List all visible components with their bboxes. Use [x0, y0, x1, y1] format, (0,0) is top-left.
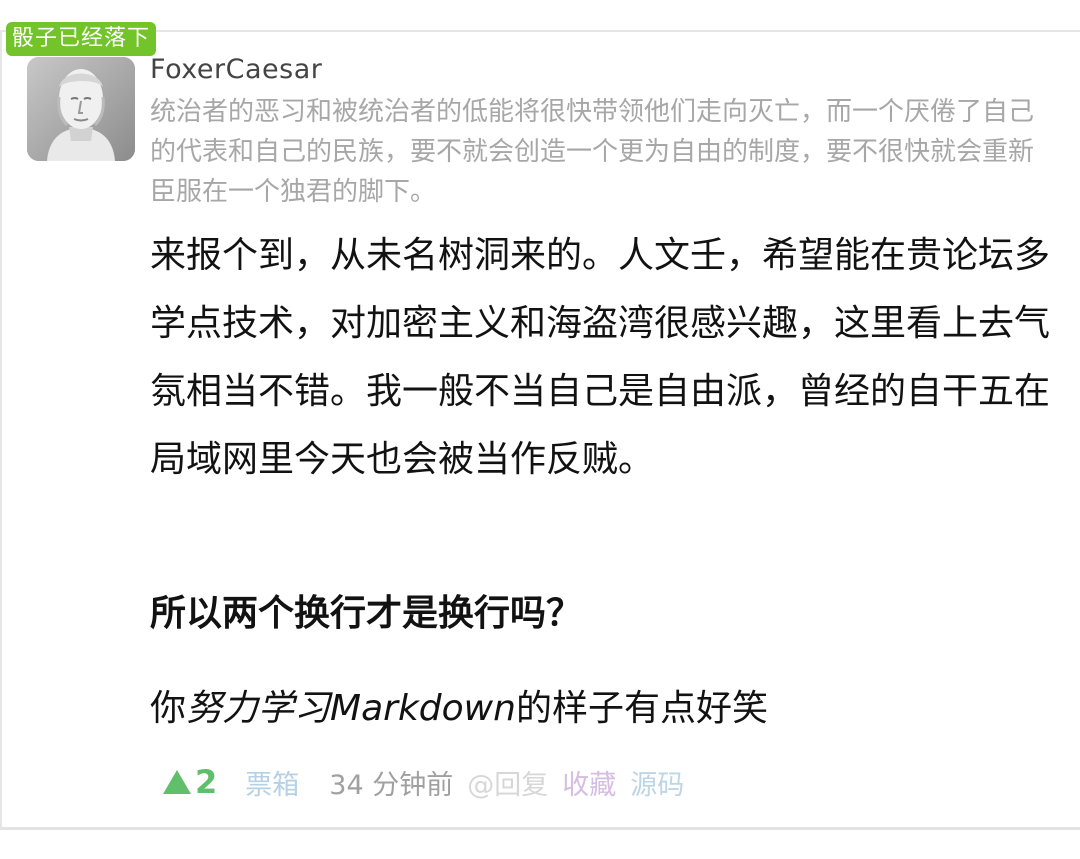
source-link[interactable]: 源码	[630, 763, 684, 802]
post-markdown-line: 你努力学习Markdown的样子有点好笑	[150, 684, 768, 734]
ballot-link[interactable]: 票箱	[245, 763, 299, 802]
post-time: 34 分钟前	[329, 769, 454, 801]
next-post-peek	[28, 852, 138, 859]
up-triangle-icon	[163, 770, 191, 794]
favorite-link[interactable]: 收藏	[562, 763, 616, 802]
avatar[interactable]	[27, 57, 135, 161]
post-content: 来报个到，从未名树洞来的。人文壬，希望能在贵论坛多学点技术，对加密主义和海盗湾很…	[150, 222, 1055, 729]
post-heading: 所以两个换行才是换行吗？	[150, 593, 583, 634]
user-badge: 骰子已经落下	[6, 22, 157, 56]
left-divider	[0, 30, 2, 828]
md-prefix: 你	[150, 688, 187, 729]
reply-link[interactable]: @回复	[467, 763, 548, 802]
bottom-divider	[0, 827, 1080, 830]
md-italic-text: 努力学习Markdown	[186, 688, 516, 729]
vote-button[interactable]: 2	[163, 763, 217, 801]
vote-count: 2	[195, 763, 218, 801]
author-signature: 统治者的恶习和被统治者的低能将很快带领他们走向灭亡，而一个厌倦了自己的代表和自己…	[150, 97, 1035, 207]
author-name[interactable]: FoxerCaesar	[150, 54, 322, 85]
top-divider	[0, 30, 1080, 32]
md-suffix: 的样子有点好笑	[515, 688, 768, 729]
caesar-bust-avatar-image	[27, 57, 135, 161]
post-footer: 2 票箱 34 分钟前 @回复 收藏 源码	[163, 760, 684, 804]
post-paragraph: 来报个到，从未名树洞来的。人文壬，希望能在贵论坛多学点技术，对加密主义和海盗湾很…	[150, 235, 1051, 480]
